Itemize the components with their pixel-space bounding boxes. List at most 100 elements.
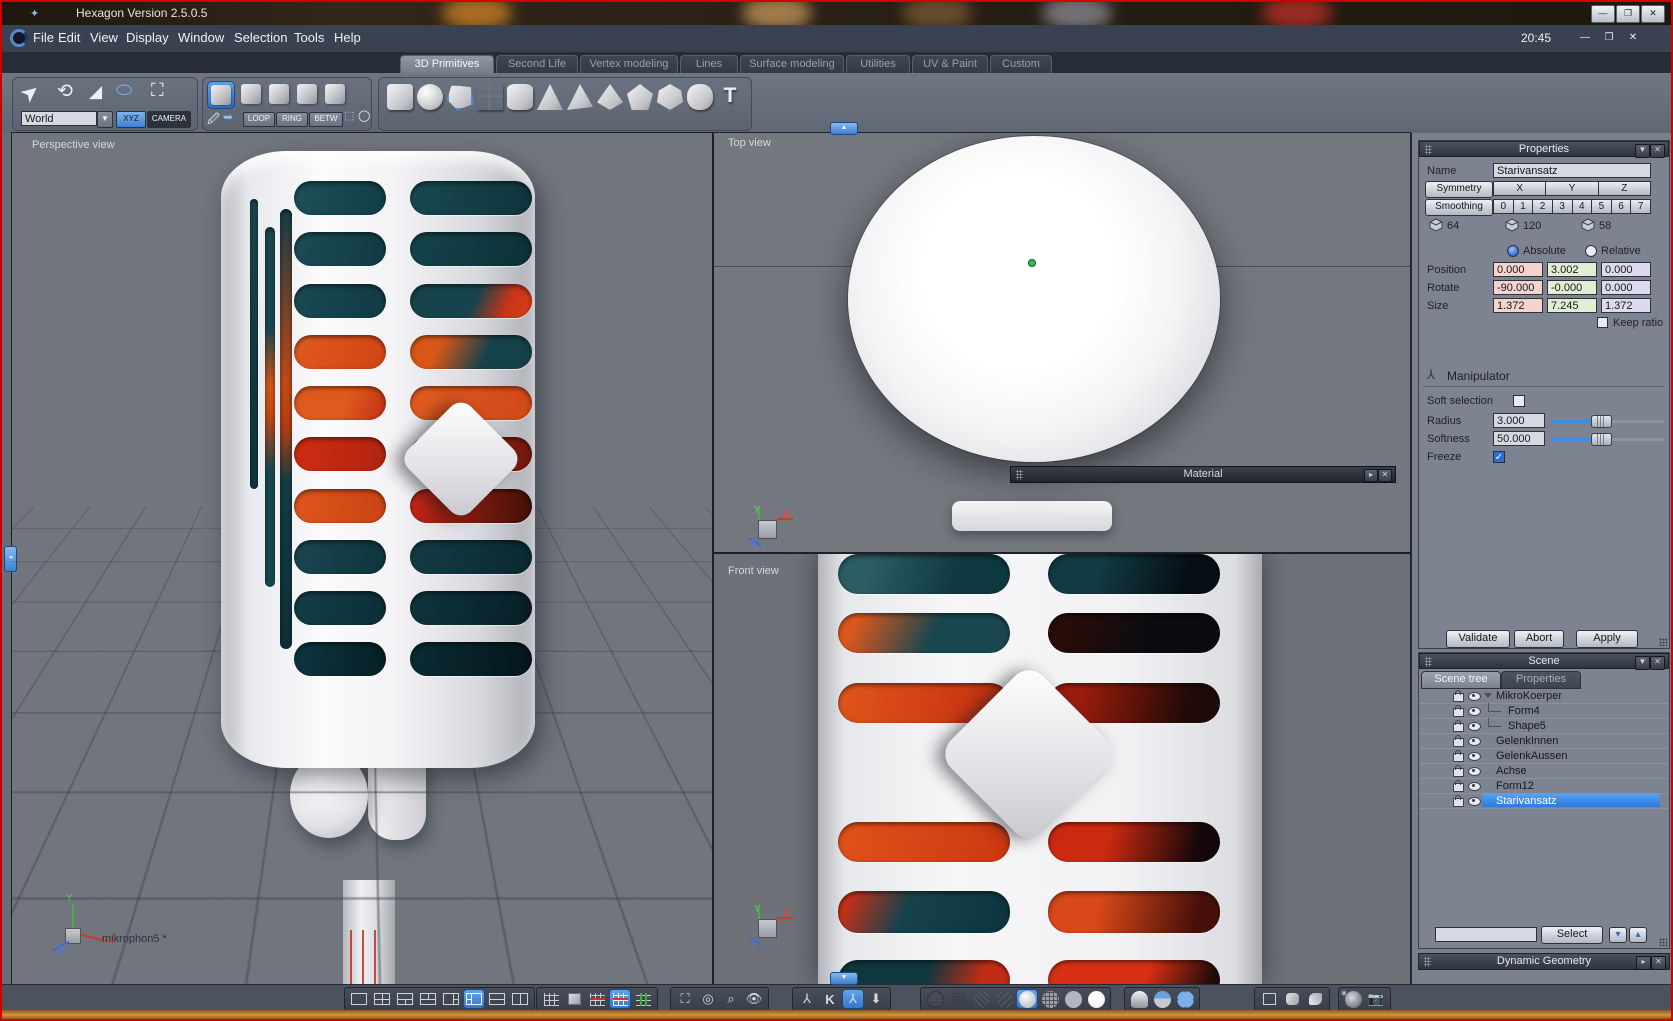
visibility-eye-icon[interactable]: [1468, 692, 1481, 701]
rotate-view-icon[interactable]: ⟲: [57, 80, 73, 103]
apply-button[interactable]: Apply: [1576, 630, 1638, 648]
layout-rows-icon[interactable]: [487, 990, 507, 1008]
drop-tool-icon[interactable]: ⬇: [866, 990, 886, 1008]
position-x-field[interactable]: 0.000: [1493, 262, 1543, 277]
minimize-button[interactable]: —: [1591, 5, 1615, 23]
tab-custom[interactable]: Custom: [990, 55, 1052, 74]
ghost-tool-icon[interactable]: ⛶: [151, 80, 164, 101]
grid-axis-on-icon[interactable]: [610, 990, 630, 1008]
tab-3d-primitives[interactable]: 3D Primitives: [400, 55, 494, 74]
soft-mesh-icon[interactable]: [1305, 990, 1325, 1008]
app-minimize-icon[interactable]: —: [1577, 31, 1593, 45]
shaded-wire-icon[interactable]: [971, 990, 991, 1008]
wireframe-shading-icon[interactable]: [925, 990, 945, 1008]
tree-item-label[interactable]: GelenkAussen: [1496, 749, 1568, 763]
abort-button[interactable]: Abort: [1514, 630, 1564, 648]
menu-edit[interactable]: Edit: [58, 25, 80, 51]
bright-shading-icon[interactable]: [1086, 990, 1106, 1008]
dynamic-geometry-panel[interactable]: Dynamic Geometry ▸ ✕: [1418, 953, 1670, 970]
lock-icon[interactable]: [1453, 738, 1464, 747]
xyz-toggle[interactable]: XYZ: [116, 111, 146, 128]
name-field[interactable]: Starivansatz: [1493, 163, 1651, 178]
scene-search-input[interactable]: [1435, 927, 1537, 942]
lock-icon[interactable]: [1453, 708, 1464, 717]
visibility-eye-icon[interactable]: [1468, 722, 1481, 731]
panel-close-icon[interactable]: ✕: [1650, 656, 1665, 670]
smoothing-1[interactable]: 1: [1514, 199, 1534, 214]
material-close-icon[interactable]: ✕: [1378, 469, 1392, 482]
panel-menu-icon[interactable]: ▼: [1635, 656, 1650, 670]
primitive-cube-icon[interactable]: [387, 84, 413, 110]
tree-row[interactable]: Achse: [1420, 763, 1668, 779]
freeze-checkbox[interactable]: ✓: [1493, 451, 1505, 463]
size-z-field[interactable]: 1.372: [1601, 298, 1651, 313]
smoothing-5[interactable]: 5: [1592, 199, 1612, 214]
expander-icon[interactable]: [1484, 693, 1492, 698]
select-edges-mode-icon[interactable]: [241, 84, 261, 104]
layout-quad-icon[interactable]: [372, 990, 392, 1008]
radius-slider-thumb[interactable]: [1591, 415, 1612, 428]
lock-icon[interactable]: [1453, 723, 1464, 732]
lock-icon[interactable]: [1453, 798, 1464, 807]
layout-two-left-active-icon[interactable]: [464, 990, 484, 1008]
snap-grid-icon[interactable]: [541, 990, 561, 1008]
smoothing-3[interactable]: 3: [1553, 199, 1573, 214]
rotate-x-field[interactable]: -90.000: [1493, 280, 1543, 295]
maximize-button[interactable]: ❐: [1616, 5, 1640, 23]
menu-window[interactable]: Window: [178, 25, 224, 51]
mic-stand-pole[interactable]: [343, 880, 395, 984]
properties-panel-header[interactable]: Properties ▼ ✕: [1419, 141, 1669, 157]
tree-row[interactable]: GelenkAussen: [1420, 748, 1668, 764]
menu-display[interactable]: Display: [126, 25, 169, 51]
tree-item-label[interactable]: Achse: [1496, 764, 1527, 778]
tree-row-selected[interactable]: Starivansatz: [1420, 793, 1668, 809]
rotate-y-field[interactable]: -0.000: [1547, 280, 1597, 295]
between-button[interactable]: BETW: [309, 112, 343, 127]
wire-shaded-icon[interactable]: [994, 990, 1014, 1008]
tree-row[interactable]: Form12: [1420, 778, 1668, 794]
visibility-eye-icon[interactable]: [1468, 782, 1481, 791]
menu-help[interactable]: Help: [334, 25, 361, 51]
material-bar[interactable]: Material ▸ ✕: [1010, 466, 1396, 483]
size-x-field[interactable]: 1.372: [1493, 298, 1543, 313]
tree-row[interactable]: MikroKoerper: [1420, 688, 1668, 704]
material-expand-icon[interactable]: ▸: [1364, 469, 1378, 482]
panel-resize-grip[interactable]: [1659, 638, 1667, 646]
visibility-eye-icon[interactable]: [1468, 797, 1481, 806]
drag-grip[interactable]: [1425, 657, 1432, 667]
show-hide-icon[interactable]: 👁: [744, 990, 764, 1008]
viewport-splitter-bottom[interactable]: ▼: [830, 972, 858, 985]
primitive-geodesic-icon[interactable]: [687, 84, 713, 110]
move-down-button[interactable]: ▾: [1609, 927, 1627, 943]
size-y-field[interactable]: 7.245: [1547, 298, 1597, 313]
panel-resize-grip[interactable]: [1659, 938, 1667, 946]
menu-selection[interactable]: Selection: [234, 25, 287, 51]
validate-button[interactable]: Validate: [1446, 630, 1510, 648]
tab-lines[interactable]: Lines: [680, 55, 738, 74]
perspective-viewport[interactable]: Perspective view Y X Z mikrophon5 *: [12, 133, 712, 984]
active-manipulator-icon[interactable]: ⅄: [843, 990, 863, 1008]
absolute-radio[interactable]: [1507, 245, 1519, 257]
app-close-icon[interactable]: ✕: [1625, 31, 1641, 45]
tree-row[interactable]: Shape5: [1420, 718, 1668, 734]
smoothing-2[interactable]: 2: [1533, 199, 1553, 214]
tree-item-label[interactable]: Form12: [1496, 779, 1534, 793]
viewport-splitter-top[interactable]: ▲: [830, 122, 858, 135]
soft-selection-checkbox[interactable]: [1513, 395, 1525, 407]
select-objects-mode-icon[interactable]: [297, 84, 317, 104]
primitive-pyramid-icon[interactable]: [567, 84, 593, 110]
grid-planes-icon[interactable]: [633, 990, 653, 1008]
scale-view-icon[interactable]: ◢: [89, 82, 102, 102]
symmetry-x-button[interactable]: X: [1493, 181, 1546, 196]
symmetry-button[interactable]: Symmetry: [1425, 181, 1493, 198]
layout-three-bottom-icon[interactable]: [395, 990, 415, 1008]
panel-menu-icon[interactable]: ▼: [1635, 144, 1650, 158]
select-faces-mode-icon[interactable]: [269, 84, 289, 104]
render-sphere-icon[interactable]: ✳: [1343, 990, 1363, 1008]
bounding-box-icon[interactable]: [1259, 990, 1279, 1008]
select-button[interactable]: Select: [1541, 926, 1603, 944]
keep-ratio-checkbox[interactable]: [1597, 317, 1608, 328]
chamfer-display-icon[interactable]: [1282, 990, 1302, 1008]
smooth-range-icon[interactable]: [1152, 990, 1172, 1008]
flat-wire-shading-icon[interactable]: [1040, 990, 1060, 1008]
